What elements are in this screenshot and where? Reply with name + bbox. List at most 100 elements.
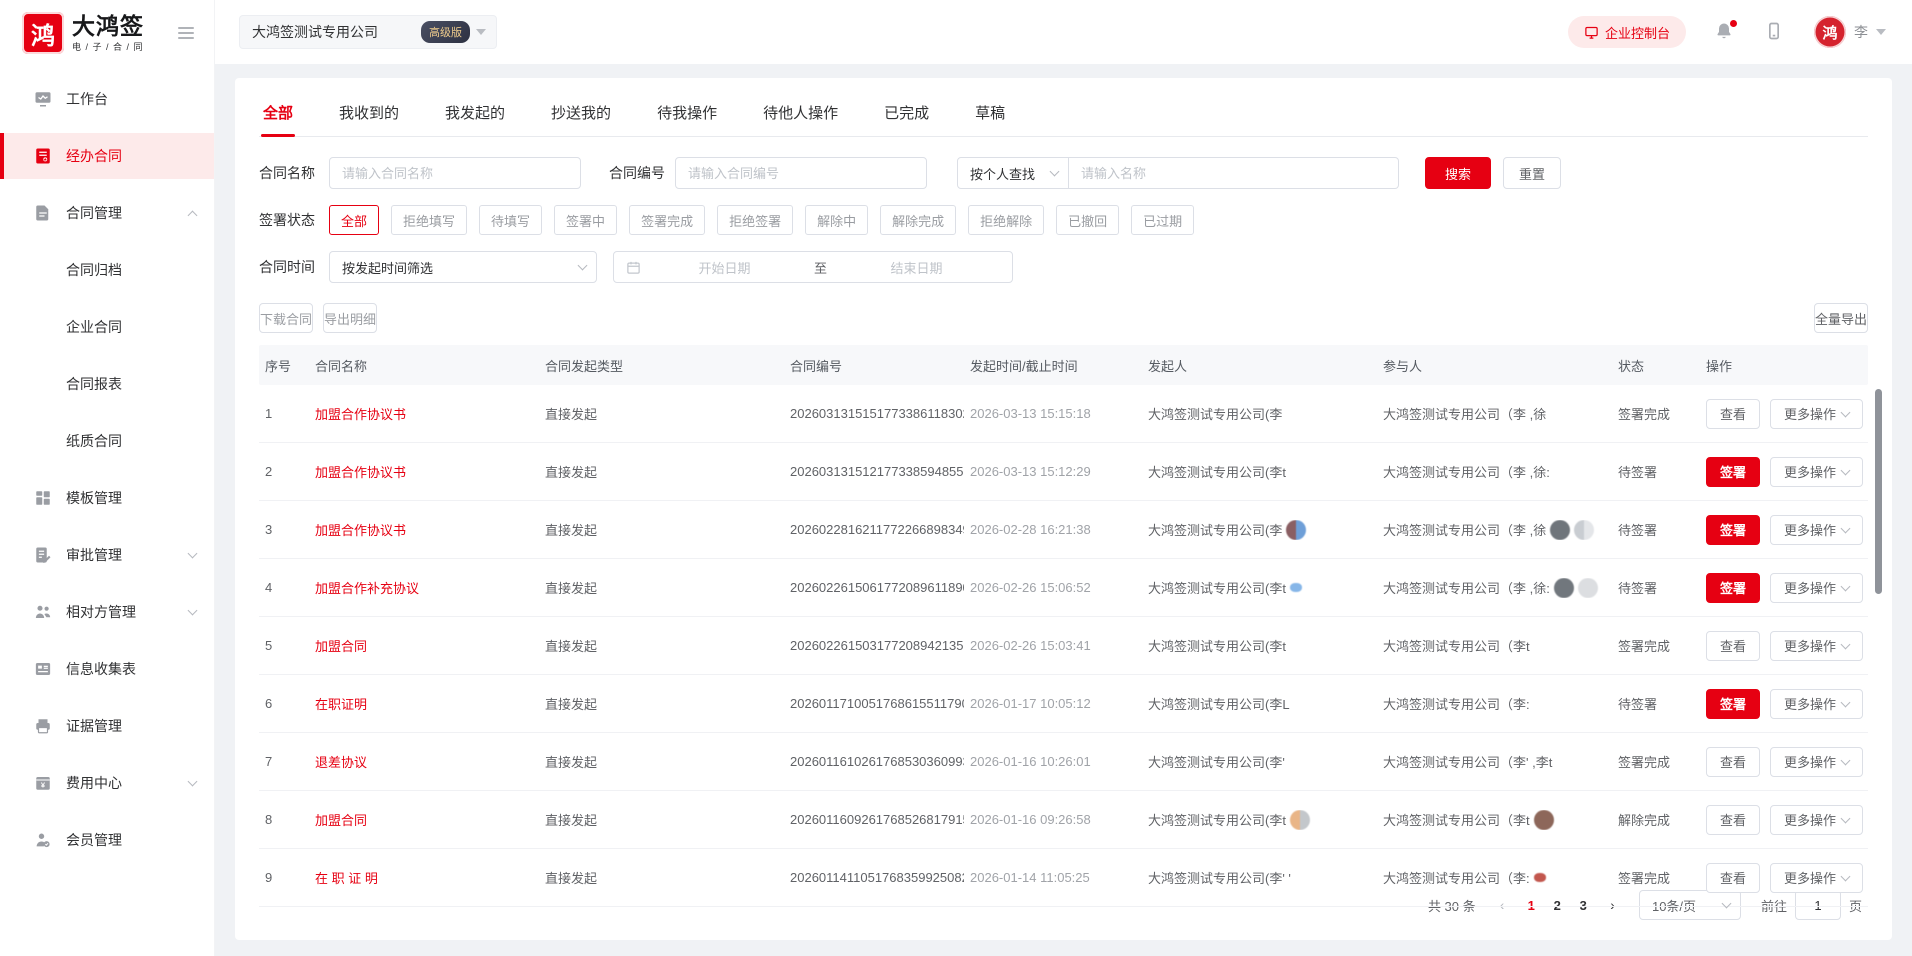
more-actions-button[interactable]: 更多操作 bbox=[1770, 747, 1863, 777]
tab-我收到的[interactable]: 我收到的 bbox=[337, 96, 401, 136]
more-actions-button[interactable]: 更多操作 bbox=[1770, 689, 1863, 719]
redaction-blob bbox=[1290, 583, 1302, 592]
contract-name-link[interactable]: 加盟合作协议书 bbox=[315, 523, 406, 538]
participant-text: 大鸿签测试专用公司（李 ,徐 bbox=[1383, 520, 1546, 539]
status-chip-解除中[interactable]: 解除中 bbox=[805, 205, 868, 235]
export-all-button[interactable]: 全量导出 bbox=[1814, 303, 1868, 333]
status-chip-已撤回[interactable]: 已撤回 bbox=[1056, 205, 1119, 235]
contract-name-link[interactable]: 在职证明 bbox=[315, 697, 367, 712]
sidebar-nav: 工作台经办合同合同管理合同归档企业合同合同报表纸质合同模板管理审批管理相对方管理… bbox=[0, 76, 214, 956]
tab-草稿[interactable]: 草稿 bbox=[973, 96, 1007, 136]
contract-name-link[interactable]: 加盟合作补充协议 bbox=[315, 581, 419, 596]
tab-我发起的[interactable]: 我发起的 bbox=[443, 96, 507, 136]
company-select[interactable]: 大鸿签测试专用公司 高级版 bbox=[239, 15, 497, 49]
tab-全部[interactable]: 全部 bbox=[261, 96, 295, 136]
sidebar-item-证据管理[interactable]: 证据管理 bbox=[0, 703, 214, 749]
date-end-placeholder: 结束日期 bbox=[833, 258, 1000, 277]
contract-name-link[interactable]: 在 职 证 明 bbox=[315, 871, 378, 886]
export-detail-button[interactable]: 导出明细 bbox=[323, 303, 377, 333]
sidebar-subitem-合同归档[interactable]: 合同归档 bbox=[0, 247, 214, 293]
sidebar-item-模板管理[interactable]: 模板管理 bbox=[0, 475, 214, 521]
filter-row-keywords: 合同名称 合同编号 按个人查找 搜索 重置 bbox=[259, 157, 1868, 189]
person-search-select[interactable]: 按个人查找 bbox=[957, 157, 1069, 189]
user-menu[interactable]: 鸿 李 bbox=[1814, 16, 1886, 48]
sign-button[interactable]: 签署 bbox=[1706, 515, 1760, 545]
more-actions-button[interactable]: 更多操作 bbox=[1770, 863, 1863, 893]
more-actions-button[interactable]: 更多操作 bbox=[1770, 399, 1863, 429]
contract-name-link[interactable]: 加盟合同 bbox=[315, 639, 367, 654]
contract-name-link[interactable]: 退差协议 bbox=[315, 755, 367, 770]
notification-bell-icon[interactable] bbox=[1714, 21, 1736, 43]
initiator-text: 大鸿签测试专用公司(李t bbox=[1148, 578, 1286, 597]
view-button[interactable]: 查看 bbox=[1706, 631, 1760, 661]
contract-code-input[interactable] bbox=[675, 157, 927, 189]
company-name: 大鸿签测试专用公司 bbox=[252, 22, 421, 42]
sidebar-item-label: 费用中心 bbox=[66, 773, 122, 793]
contract-name-link[interactable]: 加盟合同 bbox=[315, 813, 367, 828]
status-chip-签署中[interactable]: 签署中 bbox=[554, 205, 617, 235]
sidebar-item-合同管理[interactable]: 合同管理 bbox=[0, 190, 214, 236]
more-actions-button[interactable]: 更多操作 bbox=[1770, 631, 1863, 661]
sign-button[interactable]: 签署 bbox=[1706, 457, 1760, 487]
status-cell: 待签署 bbox=[1612, 578, 1700, 597]
download-contract-button[interactable]: 下载合同 bbox=[259, 303, 313, 333]
more-actions-button[interactable]: 更多操作 bbox=[1770, 573, 1863, 603]
sidebar-item-经办合同[interactable]: 经办合同 bbox=[0, 133, 214, 179]
tab-待我操作[interactable]: 待我操作 bbox=[655, 96, 719, 136]
more-actions-button[interactable]: 更多操作 bbox=[1770, 515, 1863, 545]
status-chip-待填写[interactable]: 待填写 bbox=[479, 205, 542, 235]
tab-抄送我的[interactable]: 抄送我的 bbox=[549, 96, 613, 136]
mobile-device-icon[interactable] bbox=[1764, 21, 1786, 43]
view-button[interactable]: 查看 bbox=[1706, 747, 1760, 777]
table-row: 5加盟合同直接发起2026022615031772089421351583202… bbox=[259, 617, 1868, 675]
reset-button[interactable]: 重置 bbox=[1503, 157, 1561, 189]
sidebar-subitem-企业合同[interactable]: 企业合同 bbox=[0, 304, 214, 350]
tab-已完成[interactable]: 已完成 bbox=[882, 96, 931, 136]
view-button[interactable]: 查看 bbox=[1706, 863, 1760, 893]
initiator-cell: 大鸿签测试专用公司(李' ' bbox=[1142, 868, 1377, 887]
status-chip-拒绝解除[interactable]: 拒绝解除 bbox=[968, 205, 1044, 235]
notification-dot bbox=[1730, 20, 1737, 27]
sidebar-subitem-纸质合同[interactable]: 纸质合同 bbox=[0, 418, 214, 464]
initiator-cell: 大鸿签测试专用公司(李t bbox=[1142, 462, 1377, 481]
contract-type-cell: 直接发起 bbox=[539, 868, 784, 887]
vertical-scrollbar[interactable] bbox=[1875, 389, 1882, 594]
more-actions-button[interactable]: 更多操作 bbox=[1770, 805, 1863, 835]
status-chip-拒绝填写[interactable]: 拒绝填写 bbox=[391, 205, 467, 235]
contract-name-link[interactable]: 加盟合作协议书 bbox=[315, 465, 406, 480]
status-chip-全部[interactable]: 全部 bbox=[329, 205, 379, 235]
calendar-icon bbox=[626, 260, 641, 275]
table-row: 9在 职 证 明直接发起2026011411051768359925082621… bbox=[259, 849, 1868, 907]
time-type-select[interactable]: 按发起时间筛选 bbox=[329, 251, 597, 283]
sidebar-item-费用中心[interactable]: ¥费用中心 bbox=[0, 760, 214, 806]
enterprise-console-button[interactable]: 企业控制台 bbox=[1568, 16, 1686, 48]
contract-name-cell: 加盟合作补充协议 bbox=[309, 578, 539, 597]
date-range-picker[interactable]: 开始日期 至 结束日期 bbox=[613, 251, 1013, 283]
status-chip-解除完成[interactable]: 解除完成 bbox=[880, 205, 956, 235]
view-button[interactable]: 查看 bbox=[1706, 805, 1760, 835]
view-button[interactable]: 查看 bbox=[1706, 399, 1760, 429]
contract-type-cell: 直接发起 bbox=[539, 752, 784, 771]
sign-button[interactable]: 签署 bbox=[1706, 689, 1760, 719]
sidebar-item-会员管理[interactable]: 会员管理 bbox=[0, 817, 214, 863]
table-row: 4加盟合作补充协议直接发起202602261506177208961189048… bbox=[259, 559, 1868, 617]
person-name-input[interactable] bbox=[1069, 157, 1399, 189]
contract-name-input[interactable] bbox=[329, 157, 581, 189]
status-chip-拒绝签署[interactable]: 拒绝签署 bbox=[717, 205, 793, 235]
sign-button[interactable]: 签署 bbox=[1706, 573, 1760, 603]
contract-name-link[interactable]: 加盟合作协议书 bbox=[315, 407, 406, 422]
more-actions-button[interactable]: 更多操作 bbox=[1770, 457, 1863, 487]
menu-collapse-icon[interactable] bbox=[174, 20, 198, 46]
status-chip-签署完成[interactable]: 签署完成 bbox=[629, 205, 705, 235]
initiator-text: 大鸿签测试专用公司(李 bbox=[1148, 404, 1282, 423]
sidebar-item-信息收集表[interactable]: 信息收集表 bbox=[0, 646, 214, 692]
status-chip-已过期[interactable]: 已过期 bbox=[1131, 205, 1194, 235]
sidebar-item-工作台[interactable]: 工作台 bbox=[0, 76, 214, 122]
sidebar-item-审批管理[interactable]: 审批管理 bbox=[0, 532, 214, 578]
sidebar-subitem-合同报表[interactable]: 合同报表 bbox=[0, 361, 214, 407]
sidebar-item-相对方管理[interactable]: 相对方管理 bbox=[0, 589, 214, 635]
initiator-cell: 大鸿签测试专用公司(李t bbox=[1142, 636, 1377, 655]
search-button[interactable]: 搜索 bbox=[1425, 157, 1491, 189]
contract-name-cell: 加盟合同 bbox=[309, 810, 539, 829]
tab-待他人操作[interactable]: 待他人操作 bbox=[761, 96, 840, 136]
